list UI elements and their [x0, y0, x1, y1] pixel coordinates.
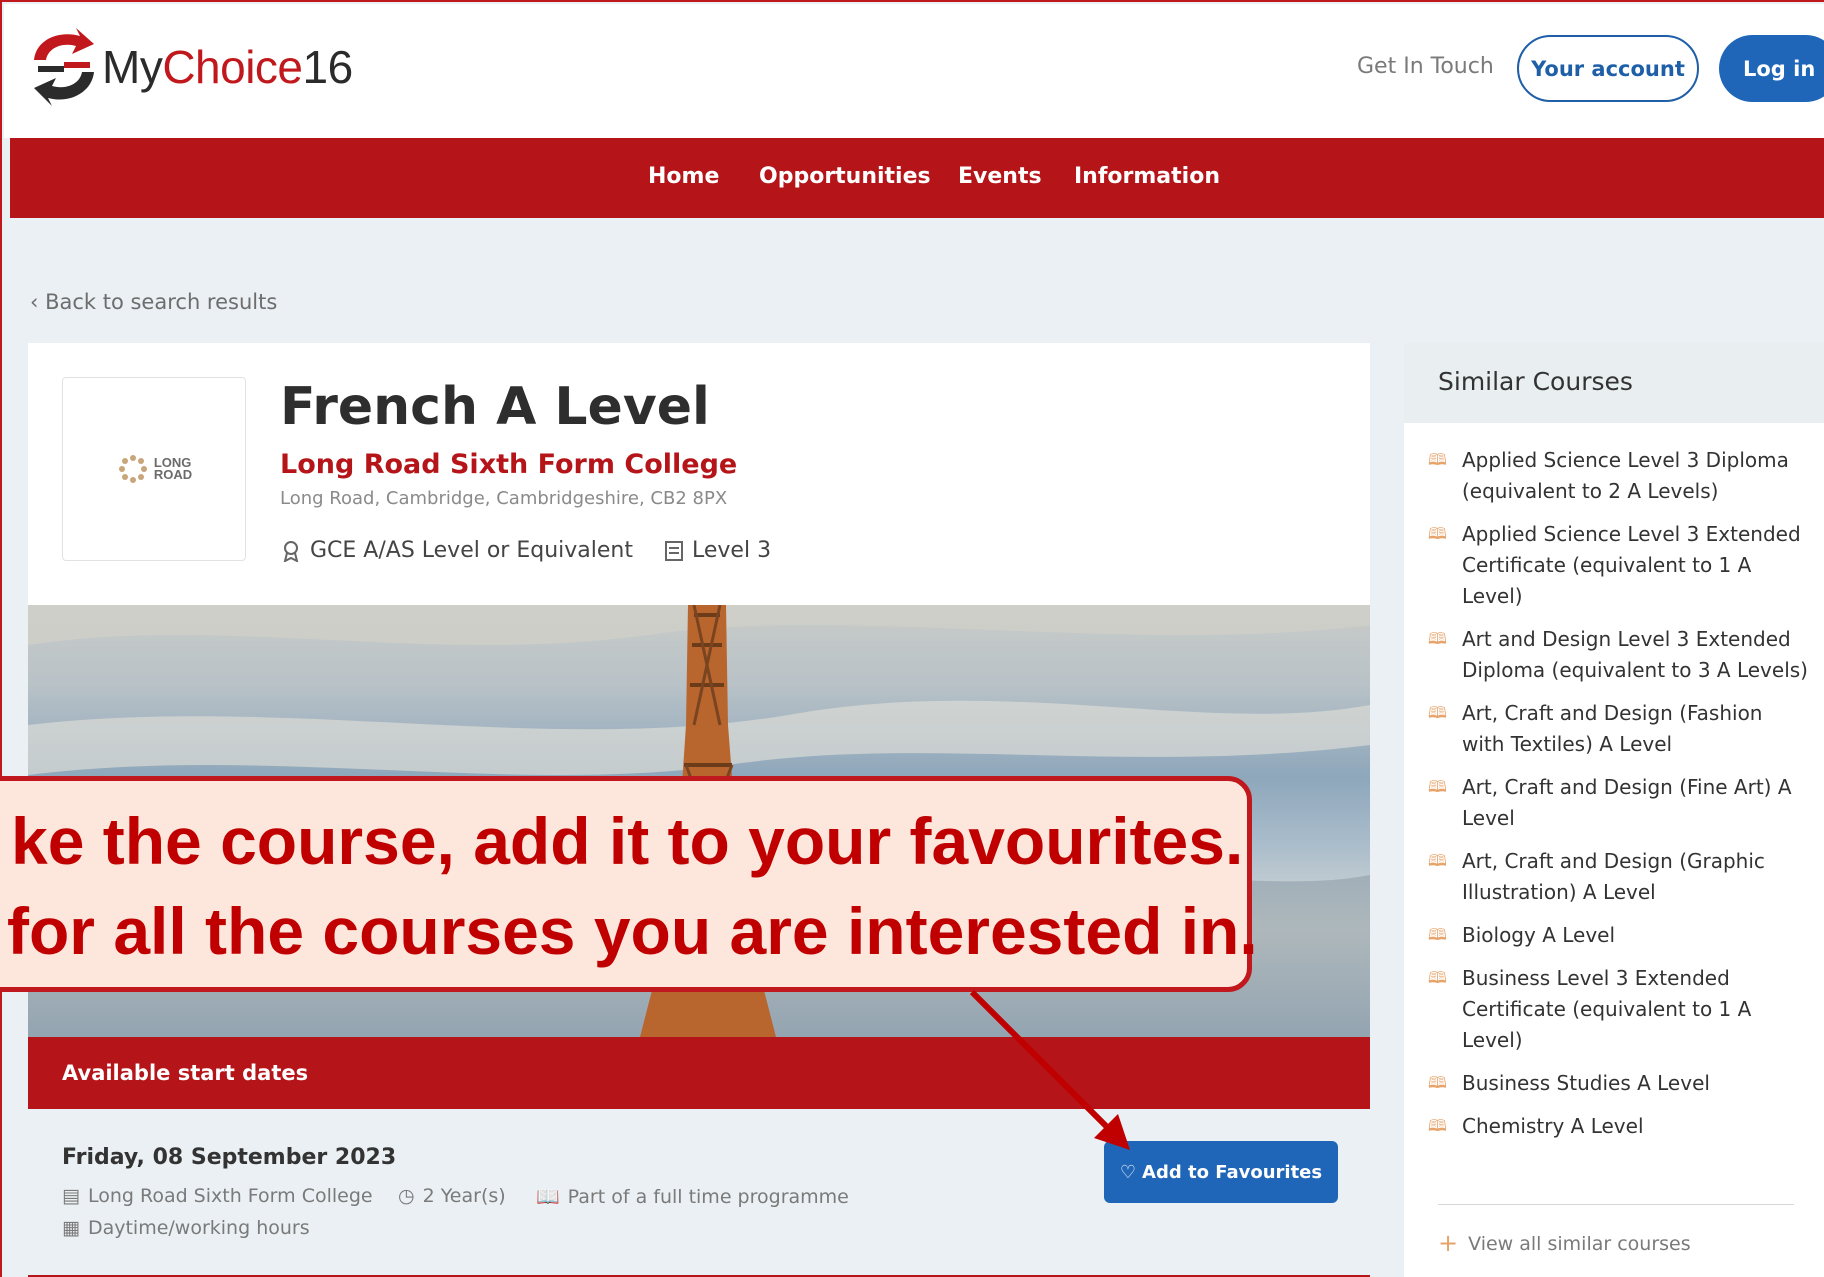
instruction-callout: ke the course, add it to your favourites…	[0, 776, 1258, 992]
nav-opportunities[interactable]: Opportunities	[759, 164, 931, 189]
main-nav: Home Opportunities Events Information	[10, 138, 1824, 218]
similar-course-item[interactable]: 🕮 Art and Design Level 3 Extended Diploma…	[1428, 624, 1808, 686]
start-duration: ◷ 2 Year(s)	[398, 1185, 506, 1207]
start-mode: 📖 Part of a full time programme	[536, 1185, 849, 1209]
book-open-icon: 🕮	[1428, 629, 1447, 648]
add-to-favourites-button[interactable]: ♡ Add to Favourites	[1104, 1141, 1338, 1203]
award-icon	[283, 540, 299, 562]
course-title: French A Level	[280, 377, 710, 437]
book-open-icon: 🕮	[1428, 703, 1447, 722]
book-open-icon: 🕮	[1428, 524, 1447, 543]
chevron-left-icon: ‹	[30, 290, 46, 314]
divider	[1438, 1204, 1794, 1205]
callout-line-1: ke the course, add it to your favourites…	[11, 804, 1244, 878]
logo-arrows-icon	[34, 28, 94, 106]
college-logo: LONG ROAD	[62, 377, 246, 561]
start-dates-heading: Available start dates	[28, 1037, 1370, 1109]
get-in-touch-link[interactable]: Get In Touch	[1357, 54, 1494, 79]
similar-course-item[interactable]: 🕮 Art, Craft and Design (Graphic Illustra…	[1428, 846, 1808, 908]
similar-course-item[interactable]: 🕮 Business Studies A Level	[1428, 1068, 1808, 1099]
book-open-icon: 🕮	[1428, 777, 1447, 796]
book-open-icon: 🕮	[1428, 1116, 1447, 1135]
clock-icon: ◷	[398, 1185, 415, 1207]
course-level: Level 3	[664, 538, 771, 563]
college-address: Long Road, Cambridge, Cambridgeshire, CB…	[280, 488, 728, 509]
college-logo-text: LONG ROAD	[153, 455, 193, 482]
similar-course-item[interactable]: 🕮 Chemistry A Level	[1428, 1111, 1808, 1142]
nav-home[interactable]: Home	[648, 164, 719, 189]
document-icon	[665, 540, 683, 561]
similar-course-item[interactable]: 🕮 Art, Craft and Design (Fashion with Tex…	[1428, 698, 1808, 760]
similar-courses-panel: Similar Courses 🕮 Applied Science Level 3…	[1404, 343, 1824, 1277]
start-date: Friday, 08 September 2023	[62, 1145, 397, 1170]
book-icon: 📖	[536, 1186, 560, 1208]
your-account-button[interactable]: Your account	[1517, 35, 1699, 102]
start-hours: ▦ Daytime/working hours	[62, 1217, 310, 1239]
college-logo-star-icon	[118, 455, 147, 483]
book-open-icon: 🕮	[1428, 968, 1447, 987]
book-open-icon: 🕮	[1428, 1073, 1447, 1092]
page: MyChoice16 Get In Touch Your account Log…	[0, 0, 1824, 1277]
plus-icon: +	[1438, 1229, 1459, 1257]
mychoice16-logo[interactable]: MyChoice16	[28, 26, 353, 108]
nav-events[interactable]: Events	[958, 164, 1042, 189]
similar-course-item[interactable]: 🕮 Business Level 3 Extended Certificate (…	[1428, 963, 1808, 1056]
view-all-similar-link[interactable]: + View all similar courses	[1438, 1229, 1691, 1257]
site-header: MyChoice16 Get In Touch Your account Log…	[4, 4, 1824, 138]
similar-course-item[interactable]: 🕮 Applied Science Level 3 Diploma (equiva…	[1428, 445, 1808, 507]
log-in-button[interactable]: Log in	[1719, 35, 1824, 102]
similar-course-item[interactable]: 🕮 Art, Craft and Design (Fine Art) A Leve…	[1428, 772, 1808, 834]
nav-information[interactable]: Information	[1074, 164, 1220, 189]
similar-course-item[interactable]: 🕮 Biology A Level	[1428, 920, 1808, 951]
start-date-row: Friday, 08 September 2023 ▤ Long Road Six…	[28, 1109, 1370, 1277]
logo-wordmark: MyChoice16	[102, 41, 353, 93]
heart-icon: ♡	[1119, 1161, 1137, 1183]
book-open-icon: 🕮	[1428, 851, 1447, 870]
book-open-icon: 🕮	[1428, 450, 1447, 469]
book-open-icon: 🕮	[1428, 925, 1447, 944]
qualification-type: GCE A/AS Level or Equivalent	[280, 538, 633, 563]
similar-courses-heading: Similar Courses	[1404, 343, 1824, 423]
college-name-link[interactable]: Long Road Sixth Form College	[280, 449, 737, 480]
similar-courses-list: 🕮 Applied Science Level 3 Diploma (equiva…	[1428, 445, 1808, 1154]
building-icon: ▤	[62, 1185, 80, 1207]
back-to-search-link[interactable]: ‹ Back to search results	[30, 290, 277, 314]
calendar-icon: ▦	[62, 1217, 80, 1239]
similar-course-item[interactable]: 🕮 Applied Science Level 3 Extended Certif…	[1428, 519, 1808, 612]
start-location: ▤ Long Road Sixth Form College	[62, 1185, 373, 1207]
callout-line-2: for all the courses you are interested i…	[7, 894, 1258, 968]
